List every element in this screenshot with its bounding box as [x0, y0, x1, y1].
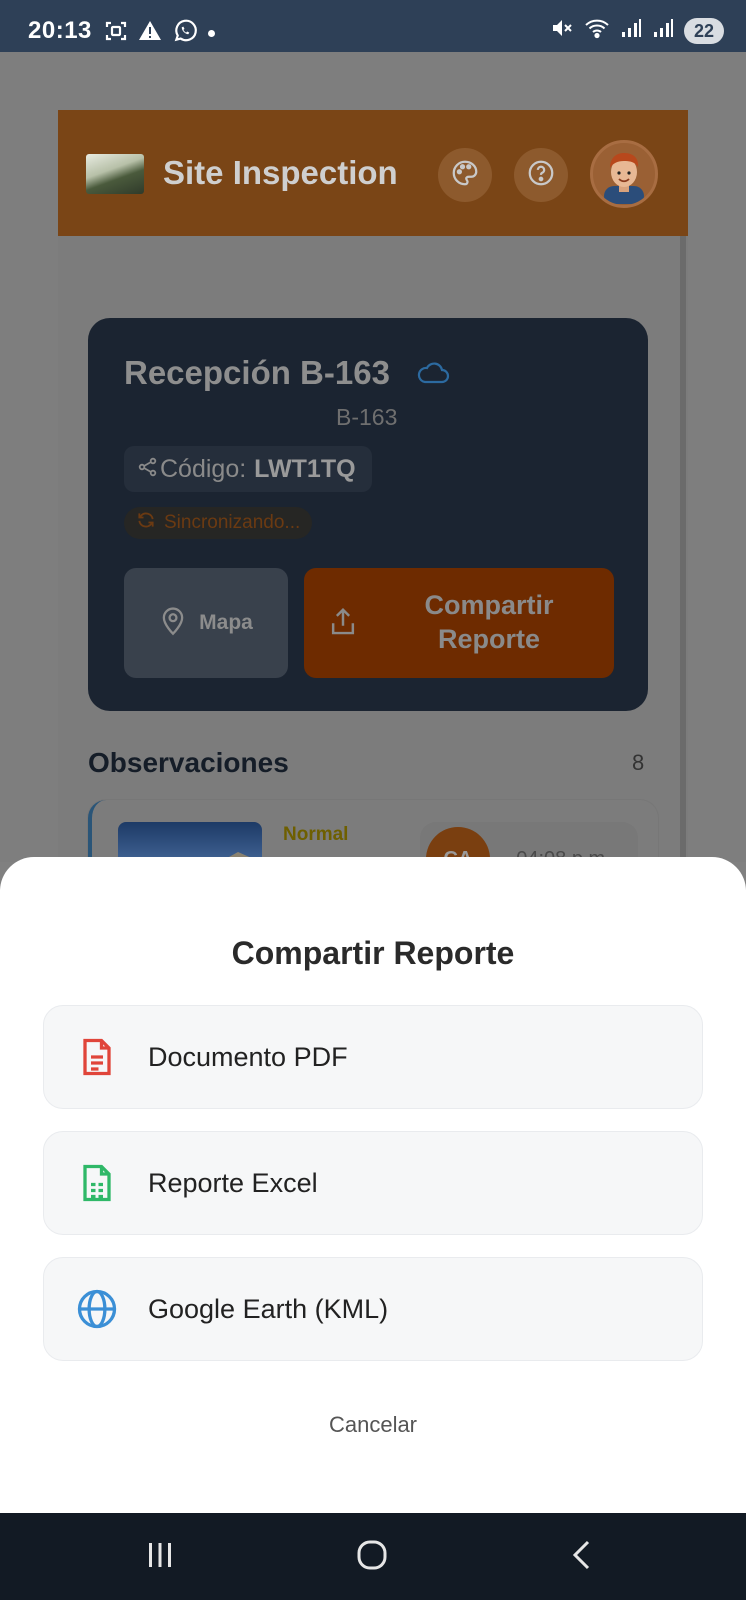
map-button[interactable]: Mapa [124, 568, 288, 678]
share-report-sheet: Compartir Reporte Documento PDF Reporte … [0, 857, 746, 1513]
back-icon [569, 1539, 593, 1576]
status-left-icons [104, 18, 215, 49]
signal-icon [652, 17, 674, 44]
app-logo [86, 154, 144, 194]
share-report-button[interactable]: Compartir Reporte [304, 568, 614, 678]
observation-photo [118, 822, 262, 862]
observation-meta: CA · 04:08 p.m. [420, 822, 638, 862]
help-icon [526, 158, 556, 193]
app-header: Site Inspection [58, 110, 688, 236]
option-pdf[interactable]: Documento PDF [43, 1005, 703, 1109]
share-nodes-icon [138, 455, 158, 484]
palette-button[interactable] [438, 148, 492, 202]
status-time: 20:13 [28, 17, 92, 44]
signal-icon [620, 17, 642, 44]
scrollbar[interactable] [680, 236, 686, 862]
code-label: Código: [160, 454, 247, 483]
recent-apps-icon [145, 1540, 175, 1575]
palette-icon [450, 158, 480, 193]
option-kml[interactable]: Google Earth (KML) [43, 1257, 703, 1361]
observations-count: 8 [632, 750, 645, 775]
back-button[interactable] [566, 1537, 596, 1577]
cancel-button[interactable]: Cancelar [0, 1412, 746, 1438]
option-excel[interactable]: Reporte Excel [43, 1131, 703, 1235]
option-pdf-label: Documento PDF [148, 1041, 348, 1072]
whatsapp-icon [172, 18, 198, 49]
project-subtitle: B-163 [336, 404, 398, 430]
battery-indicator: 22 [683, 17, 724, 44]
app-background: Site Inspection Recepción B-163 B-163 Có… [0, 52, 746, 862]
excel-file-icon [76, 1162, 118, 1204]
share-report-label: Compartir Reporte [424, 590, 554, 654]
observation-level: Normal [283, 824, 349, 845]
observation-card[interactable]: Normal CA · 04:08 p.m. [88, 800, 658, 862]
user-avatar[interactable] [590, 140, 658, 208]
code-value: LWT1TQ [254, 454, 356, 483]
map-button-label: Mapa [199, 611, 253, 634]
sync-status-text: Sincronizando... [164, 512, 301, 533]
home-icon [356, 1539, 388, 1576]
mute-icon [550, 16, 574, 45]
globe-icon [76, 1288, 118, 1330]
upload-icon [328, 606, 358, 645]
app-frame: Site Inspection Recepción B-163 B-163 Có… [58, 110, 688, 862]
cloud-sync-icon [416, 360, 450, 391]
status-right-icons: 22 [550, 16, 724, 45]
sheet-title: Compartir Reporte [231, 935, 515, 971]
pdf-file-icon [76, 1036, 118, 1078]
screenshot-icon [104, 19, 128, 48]
map-pin-icon [159, 604, 187, 642]
sync-status-badge: Sincronizando... [124, 507, 313, 539]
home-button[interactable] [350, 1537, 394, 1577]
sync-icon [136, 510, 156, 536]
notification-dot [208, 30, 215, 37]
option-excel-label: Reporte Excel [148, 1167, 318, 1198]
warning-icon [138, 19, 162, 48]
app-title: Site Inspection [163, 154, 398, 191]
recent-apps-button[interactable] [140, 1537, 180, 1577]
help-button[interactable] [514, 148, 568, 202]
project-card: Recepción B-163 B-163 Código: LWT1TQ Sin… [88, 318, 648, 711]
observations-title: Observaciones [88, 747, 289, 778]
system-nav-bar [0, 1513, 746, 1600]
status-bar: 20:13 22 [0, 0, 746, 52]
wifi-icon [584, 16, 610, 45]
option-kml-label: Google Earth (KML) [148, 1293, 389, 1324]
project-name: Recepción B-163 [124, 354, 390, 391]
project-code-pill[interactable]: Código: LWT1TQ [124, 446, 372, 492]
